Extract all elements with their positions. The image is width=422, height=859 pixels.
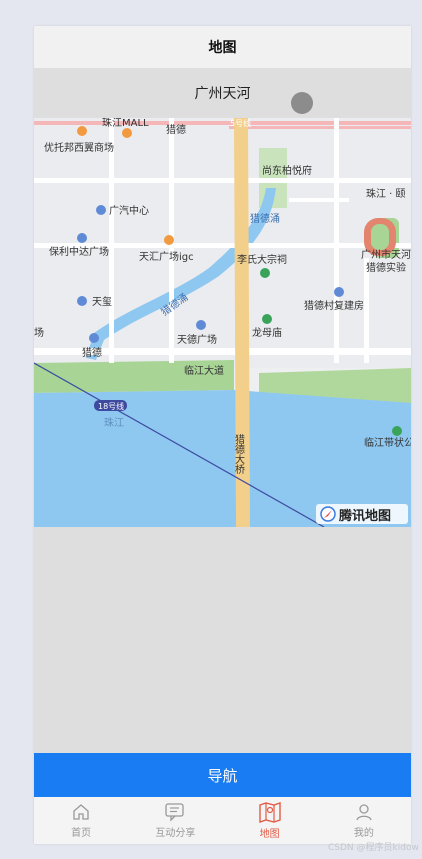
tab-bar: 首页 互动分享 地图 我的 — [34, 797, 411, 844]
map-icon — [258, 802, 281, 823]
map-label-metro-18: 18号线 — [98, 401, 124, 411]
tencent-map-logo: 腾讯地图 — [338, 508, 391, 524]
user-icon — [356, 804, 372, 821]
map-label-linjiang-belt: 临江带状公 — [364, 436, 411, 449]
location-bar: 广州天河 — [34, 68, 411, 118]
location-name: 广州天河 — [194, 86, 251, 102]
navigate-button-label: 导航 — [207, 766, 238, 785]
page-title: 地图 — [208, 40, 237, 56]
map-label-zhujiang-river: 珠江 — [104, 416, 124, 429]
map-canvas[interactable]: 珠江MALL 猎德 5号线 优托邦西翼商场 尚东柏悦府 珠江 · 颐 广汽中心 … — [34, 118, 411, 527]
chat-icon — [165, 803, 185, 822]
map-label-bridge: 猎德大桥 — [233, 433, 245, 475]
map-label-liedeyong: 猎德涌 — [250, 212, 280, 225]
tab-home-label: 首页 — [71, 828, 92, 839]
map-label-tianhui: 天汇广场igc — [139, 250, 194, 263]
tab-home[interactable]: 首页 — [34, 797, 128, 844]
map-label-metro-5: 5号线 — [230, 118, 251, 128]
map-label-shangdong: 尚东柏悦府 — [262, 164, 312, 177]
tab-share[interactable]: 互动分享 — [128, 797, 222, 844]
location-marker[interactable] — [291, 92, 313, 114]
content-area — [34, 527, 411, 753]
map-label-tiande: 天德广场 — [177, 333, 217, 346]
map-label-liede-top: 猎德 — [166, 123, 186, 136]
tab-share-label: 互动分享 — [155, 828, 196, 839]
map-label-chang: 场 — [34, 326, 44, 339]
map-label-baoli: 保利中达广场 — [49, 245, 109, 258]
map-label-zhujiang-yi: 珠江 · 颐 — [366, 187, 406, 200]
map-label-longmu: 龙母庙 — [252, 326, 282, 339]
tab-mine-label: 我的 — [353, 828, 374, 839]
map-label-lishi: 李氏大宗祠 — [237, 253, 287, 266]
map-label-linjiang: 临江大道 — [184, 364, 224, 377]
watermark: CSDN @程序员kidow — [328, 843, 419, 853]
phone-screen: 地图 广州天河 珠江MALL 猎德 5号线 优托邦西翼商场 尚东柏悦府 珠江 ·… — [34, 26, 411, 844]
map-label-tianqi: 天玺 — [92, 295, 112, 308]
navbar: 地图 — [34, 26, 411, 68]
map-label-liede-school: 猎德实验 — [366, 261, 406, 274]
tab-map-label: 地图 — [259, 829, 280, 840]
map-label-liede-bottom: 猎德 — [82, 346, 102, 359]
map-label-youtuo: 优托邦西翼商场 — [44, 141, 114, 154]
home-icon — [73, 804, 89, 820]
map-label-guangqi: 广汽中心 — [109, 204, 149, 217]
tab-map[interactable]: 地图 — [223, 797, 317, 844]
navigate-button[interactable]: 导航 — [34, 753, 411, 797]
tab-mine[interactable]: 我的 — [317, 797, 411, 844]
map-label-liede-village: 猎德村复建房 — [304, 299, 364, 312]
map-label-zhujiang-mall: 珠江MALL — [102, 118, 149, 129]
map-label-tianhe-school: 广州市天河 — [361, 248, 411, 261]
map-view[interactable]: 珠江MALL 猎德 5号线 优托邦西翼商场 尚东柏悦府 珠江 · 颐 广汽中心 … — [34, 118, 411, 527]
